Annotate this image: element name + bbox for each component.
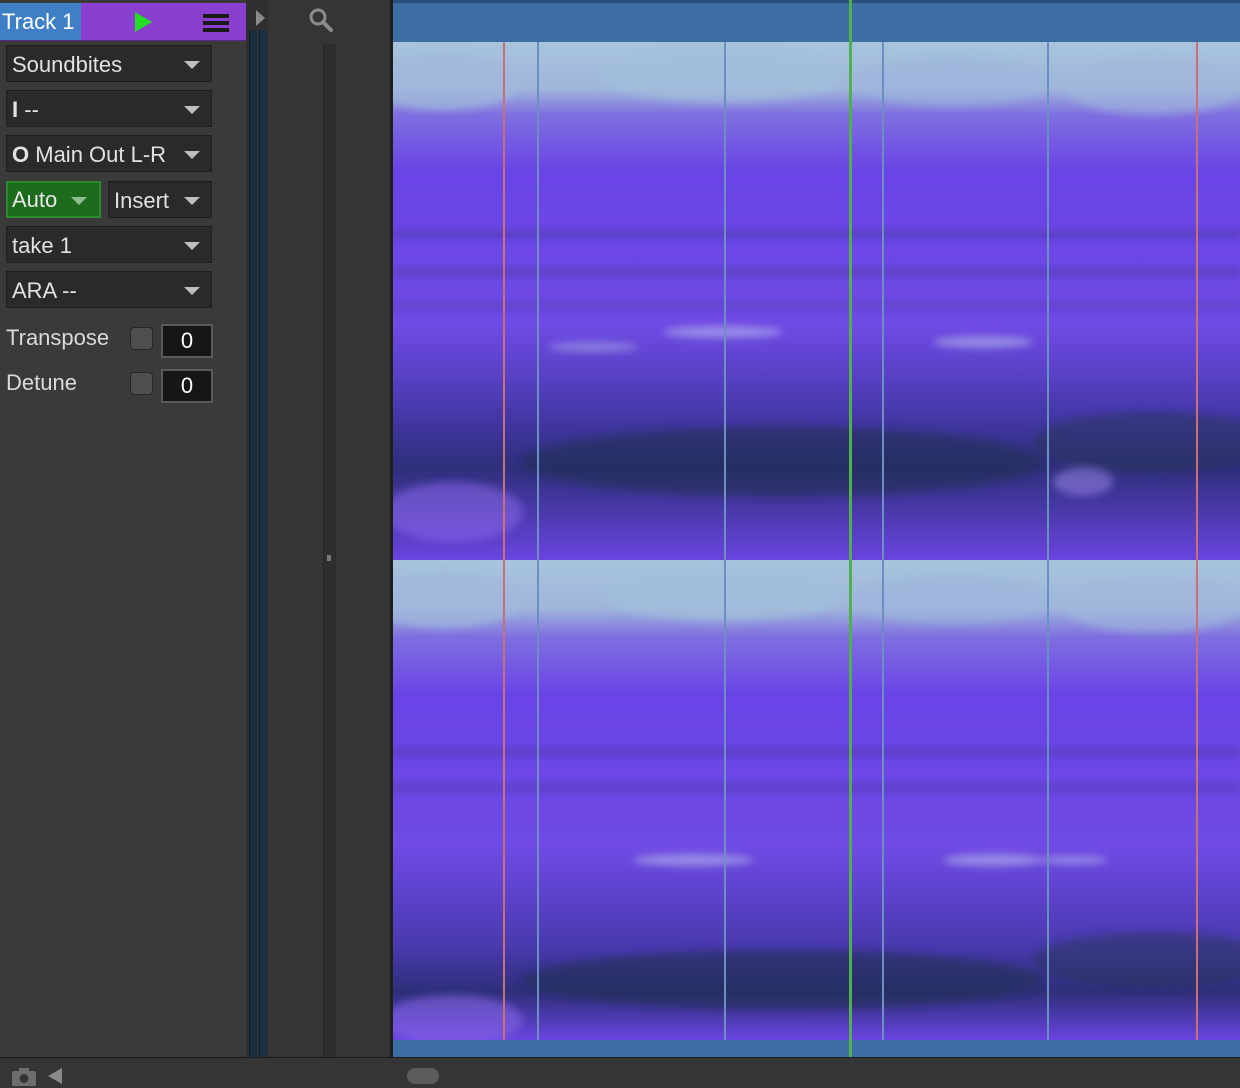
automation-mode-dropdown[interactable]: Auto	[6, 181, 101, 218]
input-prefix: I	[12, 97, 19, 122]
input-value: I --	[12, 97, 39, 123]
hamburger-menu-icon[interactable]	[202, 12, 230, 34]
detune-checkbox[interactable]	[130, 372, 153, 395]
output-dropdown[interactable]: O Main Out L-R	[6, 135, 212, 172]
meter-channel-right	[259, 30, 267, 1057]
insert-mode-value: Insert	[114, 188, 170, 213]
transpose-checkbox[interactable]	[130, 327, 153, 350]
transpose-field[interactable]: 0	[161, 324, 213, 358]
transient-marker[interactable]	[724, 42, 726, 1040]
region-end-marker[interactable]	[1196, 42, 1198, 1040]
spectrogram-left	[393, 42, 1240, 560]
automation-mode-value: Auto	[12, 187, 58, 212]
chevron-down-icon	[184, 106, 200, 114]
transient-marker[interactable]	[537, 42, 539, 1040]
resize-handle[interactable]	[327, 555, 331, 561]
transient-marker[interactable]	[882, 42, 884, 1040]
transpose-label: Transpose	[6, 325, 110, 350]
output-prefix: O	[12, 142, 30, 167]
region-start-marker[interactable]	[503, 42, 505, 1040]
meter-channel-left	[249, 30, 257, 1057]
bottom-toolbar	[0, 1057, 1240, 1088]
vertical-scrollbar[interactable]	[323, 44, 336, 1057]
chevron-down-icon	[71, 197, 87, 205]
search-icon[interactable]	[307, 6, 335, 34]
playhead-cursor[interactable]	[849, 0, 852, 1057]
input-dropdown[interactable]: I --	[6, 90, 212, 127]
clip-footer	[393, 1040, 1240, 1057]
chevron-down-icon	[184, 151, 200, 159]
expand-arrow-icon[interactable]	[256, 10, 265, 26]
ara-dropdown[interactable]: ARA --	[6, 271, 212, 308]
spectrogram-right	[393, 560, 1240, 1040]
track-inspector: Track 1 Soundbites I -- O Main Out L-R A…	[0, 0, 246, 1057]
ara-value: ARA --	[12, 278, 77, 303]
spectrogram-channel-right[interactable]	[393, 560, 1240, 1040]
arrangement-view[interactable]	[393, 0, 1240, 1057]
category-dropdown[interactable]: Soundbites	[6, 45, 212, 82]
detune-field[interactable]: 0	[161, 369, 213, 403]
transient-marker[interactable]	[1047, 42, 1049, 1040]
category-value: Soundbites	[12, 52, 123, 77]
chevron-down-icon	[184, 197, 200, 205]
chevron-down-icon	[184, 242, 200, 250]
chevron-down-icon	[184, 61, 200, 69]
play-icon[interactable]	[132, 11, 154, 33]
chevron-down-icon	[184, 287, 200, 295]
horizontal-scrollbar-thumb[interactable]	[407, 1068, 439, 1084]
output-value: O Main Out L-R	[12, 142, 166, 168]
left-arrow-icon[interactable]	[48, 1068, 62, 1084]
detune-label: Detune	[6, 370, 77, 395]
camera-icon[interactable]	[10, 1066, 38, 1088]
clip-header[interactable]	[393, 0, 1240, 42]
track-name[interactable]: Track 1	[2, 9, 75, 35]
input-value-text: --	[24, 97, 39, 122]
take-dropdown[interactable]: take 1	[6, 226, 212, 263]
track-header[interactable]: Track 1	[0, 3, 246, 41]
take-value: take 1	[12, 233, 72, 258]
insert-mode-dropdown[interactable]: Insert	[108, 181, 212, 218]
track-name-box[interactable]: Track 1	[0, 3, 81, 40]
output-value-text: Main Out L-R	[35, 142, 167, 167]
spectrogram-channel-left[interactable]	[393, 42, 1240, 560]
